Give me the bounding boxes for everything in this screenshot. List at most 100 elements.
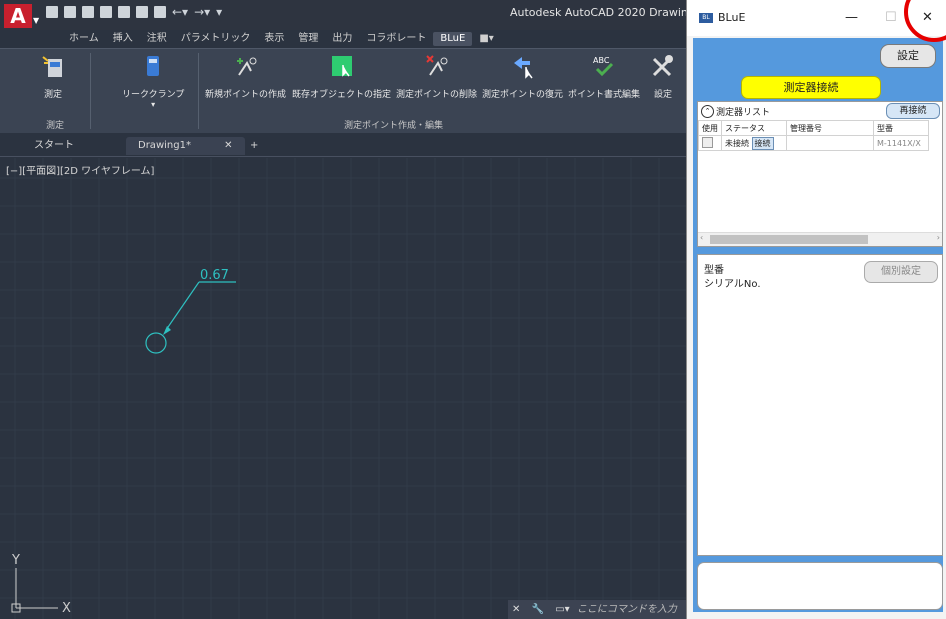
column-model: 型番 xyxy=(873,120,929,136)
quick-access-toolbar: ←▾ →▾ ▾ xyxy=(46,6,222,18)
ribbon-tabs: ホーム 挿入 注釈 パラメトリック 表示 管理 出力 コラボレート BLuE ■… xyxy=(62,32,501,46)
save-as-icon[interactable] xyxy=(100,6,112,18)
tab-manage[interactable]: 管理 xyxy=(291,32,325,46)
id-cell xyxy=(786,135,874,151)
tab-output[interactable]: 出力 xyxy=(325,32,359,46)
open-file-icon[interactable] xyxy=(64,6,76,18)
command-history-icon[interactable]: ▭▾ xyxy=(555,604,569,615)
device-list: ⌃ 測定器リスト 再接続 使用 ステータス 管理番号 型番 未接続 接続 M-1… xyxy=(697,101,943,247)
leak-clamp-button[interactable]: リーククランプ ▾ xyxy=(122,53,184,109)
blue-window-title: BLuE xyxy=(718,11,746,24)
tools-icon xyxy=(650,53,676,79)
redo-icon[interactable]: →▾ xyxy=(194,6,210,18)
blue-main-panel: 設定 測定器接続 ⌃ 測定器リスト 再接続 使用 ステータス 管理番号 型番 未… xyxy=(693,38,943,612)
leak-clamp-icon xyxy=(140,53,166,79)
column-id: 管理番号 xyxy=(786,120,874,136)
delete-point-button[interactable]: 測定ポイントの削除 xyxy=(396,53,477,100)
blue-window: BL BLuE — ☐ ✕ 設定 測定器接続 ⌃ 測定器リスト 再接続 使用 ス… xyxy=(686,0,946,619)
tab-collaborate[interactable]: コラボレート xyxy=(359,32,433,46)
horizontal-scrollbar[interactable]: ‹ › xyxy=(698,232,942,246)
specify-object-button[interactable]: 既存オブジェクトの指定 xyxy=(292,53,391,100)
scroll-thumb[interactable] xyxy=(710,235,868,244)
command-input[interactable]: ここにコマンドを入力 xyxy=(577,604,677,615)
web-open-icon[interactable] xyxy=(118,6,130,18)
device-list-title: 測定器リスト xyxy=(716,108,771,118)
annotation-value: 0.67 xyxy=(200,268,229,283)
save-icon[interactable] xyxy=(82,6,94,18)
panel-label-points: 測定ポイント作成・編集 xyxy=(344,121,444,131)
ribbon-separator xyxy=(198,53,199,129)
spellcheck-icon: ABC xyxy=(591,53,617,79)
drawing-canvas[interactable]: 0.67 Y X xyxy=(0,158,686,619)
model-cell: M-1141X/X xyxy=(873,135,929,151)
row-connect-button[interactable]: 接続 xyxy=(751,136,774,150)
edit-format-button[interactable]: ABC ポイント書式編集 xyxy=(568,53,640,100)
ribbon-panel: 測定 リーククランプ ▾ 新規ポイントの作成 既存オブジェクトの指定 測定ポイン… xyxy=(0,48,686,133)
use-checkbox[interactable] xyxy=(702,136,713,148)
svg-text:ABC: ABC xyxy=(593,56,610,65)
collapse-icon[interactable]: ⌃ xyxy=(701,105,714,118)
model-label: 型番 xyxy=(704,265,724,276)
connect-device-button[interactable]: 測定器接続 xyxy=(741,76,881,99)
tab-parametric[interactable]: パラメトリック xyxy=(174,32,258,46)
autocad-titlebar: A ▼ ←▾ →▾ ▾ Autodesk AutoCAD 2020 Drawin… xyxy=(0,0,686,30)
document-tabs: スタート Drawing1* ✕ + xyxy=(0,134,686,157)
table-row[interactable]: 未接続 接続 M-1141X/X xyxy=(698,135,929,151)
tab-drawing1[interactable]: Drawing1* ✕ xyxy=(126,137,245,155)
settings-button[interactable]: 設定 xyxy=(880,44,936,68)
scroll-right-icon[interactable]: › xyxy=(937,233,940,242)
create-point-icon xyxy=(233,53,259,79)
ucs-x-label: X xyxy=(62,601,71,616)
viewport-label[interactable]: [−][平面図][2D ワイヤフレーム] xyxy=(6,162,154,177)
minimize-icon[interactable]: — xyxy=(845,10,858,25)
autocad-logo[interactable]: A xyxy=(4,4,32,28)
logo-caret-icon[interactable]: ▼ xyxy=(33,16,39,25)
scroll-left-icon[interactable]: ‹ xyxy=(700,233,703,242)
tab-blue[interactable]: BLuE xyxy=(433,32,473,46)
new-file-icon[interactable] xyxy=(46,6,58,18)
app-title: Autodesk AutoCAD 2020 Drawing1. xyxy=(510,6,686,19)
undo-icon[interactable]: ←▾ xyxy=(172,6,188,18)
panel-label-measure: 測定 xyxy=(46,121,65,131)
settings-ribbon-button[interactable]: 設定 xyxy=(650,53,676,100)
tab-view[interactable]: 表示 xyxy=(257,32,291,46)
tab-insert[interactable]: 挿入 xyxy=(106,32,140,46)
wrench-icon[interactable]: 🔧 xyxy=(532,604,544,615)
device-detail-panel: 型番 シリアルNo. 個別設定 xyxy=(697,254,943,556)
create-point-button[interactable]: 新規ポイントの作成 xyxy=(205,53,286,100)
restore-point-icon xyxy=(510,53,536,79)
delete-point-icon xyxy=(424,53,450,79)
tab-annotate[interactable]: 注釈 xyxy=(140,32,174,46)
reconnect-button[interactable]: 再接続 xyxy=(886,103,940,119)
ucs-y-label: Y xyxy=(11,553,20,568)
new-tab-icon[interactable]: + xyxy=(250,137,258,155)
measurement-point-circle[interactable] xyxy=(145,332,167,354)
blue-app-icon: BL xyxy=(699,13,713,23)
column-status: ステータス xyxy=(721,120,787,136)
customize-icon[interactable]: ▾ xyxy=(216,6,222,18)
close-command-icon[interactable]: ✕ xyxy=(512,604,520,615)
autocad-window: A ▼ ←▾ →▾ ▾ Autodesk AutoCAD 2020 Drawin… xyxy=(0,0,686,619)
command-line[interactable]: ✕ 🔧 ▭▾ ここにコマンドを入力 xyxy=(508,600,686,619)
measure-button[interactable]: 測定 xyxy=(40,53,66,100)
drawing-tab-label: Drawing1* xyxy=(138,140,191,151)
device-table: 使用 ステータス 管理番号 型番 未接続 接続 M-1141X/X xyxy=(698,120,929,151)
device-list-header: ⌃ 測定器リスト 再接続 xyxy=(698,102,942,120)
maximize-icon: ☐ xyxy=(885,10,897,25)
tab-start[interactable]: スタート xyxy=(34,137,74,155)
drawing-objects: 0.67 Y X xyxy=(11,268,236,616)
status-text: 未接続 xyxy=(725,138,749,148)
plot-icon[interactable] xyxy=(154,6,166,18)
table-header-row: 使用 ステータス 管理番号 型番 xyxy=(698,120,929,136)
ribbon-separator xyxy=(90,53,91,129)
status-box xyxy=(697,562,943,610)
individual-settings-button[interactable]: 個別設定 xyxy=(864,261,938,283)
specify-object-icon xyxy=(329,53,355,79)
web-save-icon[interactable] xyxy=(136,6,148,18)
column-use: 使用 xyxy=(698,120,722,136)
close-tab-icon[interactable]: ✕ xyxy=(224,140,232,151)
tab-home[interactable]: ホーム xyxy=(62,32,106,46)
serial-label: シリアルNo. xyxy=(704,279,761,290)
tab-extra-icon[interactable]: ■▾ xyxy=(472,32,500,46)
restore-point-button[interactable]: 測定ポイントの復元 xyxy=(482,53,563,100)
